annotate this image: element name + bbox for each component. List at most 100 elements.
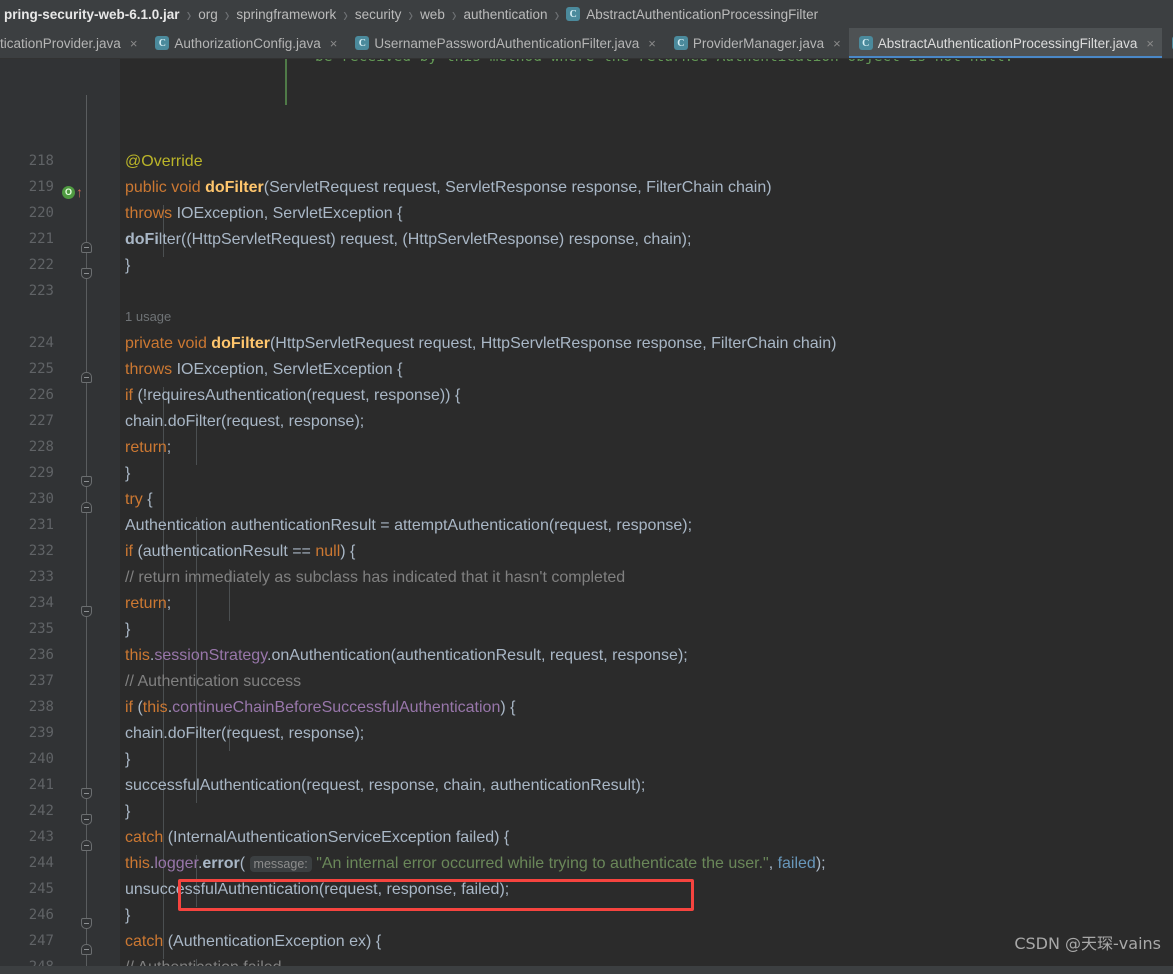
breadcrumb-jar[interactable]: pring-security-web-6.1.0.jar: [2, 7, 182, 22]
line-number: 228: [0, 439, 54, 455]
code-line-221[interactable]: doFilter((HttpServletRequest) request, (…: [125, 231, 691, 249]
fold-marker-225[interactable]: [81, 372, 92, 383]
breadcrumb-item-springframework[interactable]: springframework: [234, 7, 338, 22]
tab-label: AuthorizationConfig.java: [174, 36, 320, 51]
code-line-228[interactable]: return;: [125, 439, 171, 457]
code-line-230[interactable]: try {: [125, 491, 153, 509]
line-number: 246: [0, 907, 54, 923]
fold-marker-243[interactable]: [81, 840, 92, 851]
tab-label: AbstractAuthenticationProcessingFilter.j…: [878, 36, 1138, 51]
line-number: 234: [0, 595, 54, 611]
javadoc-partial-line: be received by this method where the ret…: [315, 59, 1013, 65]
close-icon[interactable]: ×: [330, 37, 338, 50]
close-icon[interactable]: ×: [1146, 37, 1154, 50]
fold-marker-230[interactable]: [81, 502, 92, 513]
code-line-239[interactable]: chain.doFilter(request, response);: [125, 725, 364, 743]
editor-tab-bar: ticationProvider.java × C AuthorizationC…: [0, 28, 1173, 59]
code-line-235[interactable]: }: [125, 621, 130, 639]
code-line-222[interactable]: }: [125, 257, 130, 275]
tab-authentication-provider[interactable]: ticationProvider.java ×: [0, 28, 145, 58]
line-number: 238: [0, 699, 54, 715]
code-line-245[interactable]: unsuccessfulAuthentication(request, resp…: [125, 881, 509, 899]
fold-marker-222[interactable]: [81, 268, 92, 279]
line-number: 236: [0, 647, 54, 663]
code-editor[interactable]: be received by this method where the ret…: [0, 59, 1173, 974]
tab-label: UsernamePasswordAuthenticationFilter.jav…: [374, 36, 639, 51]
line-number: 233: [0, 569, 54, 585]
java-class-icon: C: [355, 36, 369, 50]
code-line-218[interactable]: @Override: [125, 153, 203, 171]
tab-simple-partial[interactable]: C Simp: [1162, 28, 1173, 58]
breadcrumb-item-security[interactable]: security: [353, 7, 404, 22]
code-line-246[interactable]: }: [125, 907, 130, 925]
line-number: 221: [0, 231, 54, 247]
code-line-243[interactable]: catch (InternalAuthenticationServiceExce…: [125, 829, 509, 847]
code-line-242[interactable]: }: [125, 803, 130, 821]
code-line-241[interactable]: successfulAuthentication(request, respon…: [125, 777, 645, 795]
usage-hint[interactable]: 1 usage: [125, 309, 171, 324]
tab-label: ticationProvider.java: [0, 36, 121, 51]
breadcrumb-item-class[interactable]: C AbstractAuthenticationProcessingFilter: [564, 7, 820, 22]
breadcrumb-item-web[interactable]: web: [418, 7, 447, 22]
line-number: 226: [0, 387, 54, 403]
code-line-240[interactable]: }: [125, 751, 130, 769]
code-line-234[interactable]: return;: [125, 595, 171, 613]
breadcrumb-item-org[interactable]: org: [196, 7, 220, 22]
code-line-220[interactable]: throws IOException, ServletException {: [125, 205, 402, 223]
line-number: 245: [0, 881, 54, 897]
line-number: 222: [0, 257, 54, 273]
tab-username-password-authentication-filter[interactable]: C UsernamePasswordAuthenticationFilter.j…: [345, 28, 663, 58]
code-line-237[interactable]: // Authentication success: [125, 673, 301, 691]
code-line-227[interactable]: chain.doFilter(request, response);: [125, 413, 364, 431]
fold-marker-242[interactable]: [81, 814, 92, 825]
fold-marker-220[interactable]: [81, 242, 92, 253]
tab-authorization-config[interactable]: C AuthorizationConfig.java ×: [145, 28, 345, 58]
code-line-224[interactable]: private void doFilter(HttpServletRequest…: [125, 335, 836, 353]
line-number: 223: [0, 283, 54, 299]
line-number: 237: [0, 673, 54, 689]
fold-marker-229[interactable]: [81, 476, 92, 487]
line-number: 247: [0, 933, 54, 949]
breadcrumb: pring-security-web-6.1.0.jar › org › spr…: [0, 0, 1173, 28]
line-number: 235: [0, 621, 54, 637]
javadoc-bar: [285, 59, 287, 105]
line-number: 218: [0, 153, 54, 169]
breadcrumb-separator: ›: [220, 2, 235, 25]
breadcrumb-separator: ›: [338, 2, 353, 25]
fold-marker-246[interactable]: [81, 918, 92, 929]
code-line-231[interactable]: Authentication authenticationResult = at…: [125, 517, 692, 535]
line-number: 230: [0, 491, 54, 507]
fold-marker-235[interactable]: [81, 606, 92, 617]
line-number: 243: [0, 829, 54, 845]
code-line-244[interactable]: this.logger.error( message: "An internal…: [125, 855, 826, 873]
tab-provider-manager[interactable]: C ProviderManager.java ×: [664, 28, 849, 58]
inlay-parameter-hint[interactable]: message:: [250, 856, 312, 872]
tab-abstract-authentication-processing-filter[interactable]: C AbstractAuthenticationProcessingFilter…: [849, 28, 1162, 58]
code-line-247[interactable]: catch (AuthenticationException ex) {: [125, 933, 381, 951]
line-number: 231: [0, 517, 54, 533]
fold-marker-240[interactable]: [81, 788, 92, 799]
breadcrumb-item-authentication[interactable]: authentication: [462, 7, 550, 22]
line-number: 225: [0, 361, 54, 377]
gutter-divider: [120, 59, 123, 974]
breadcrumb-separator: ›: [550, 2, 565, 25]
code-line-236[interactable]: this.sessionStrategy.onAuthentication(au…: [125, 647, 688, 665]
code-line-238[interactable]: if (this.continueChainBeforeSuccessfulAu…: [125, 699, 515, 717]
code-line-229[interactable]: }: [125, 465, 130, 483]
code-line-232[interactable]: if (authenticationResult == null) {: [125, 543, 355, 561]
csdn-watermark: CSDN @天琛-vains: [1014, 930, 1161, 954]
override-dot-icon: O: [62, 186, 75, 199]
override-gutter-marker[interactable]: O ↑: [62, 179, 83, 205]
close-icon[interactable]: ×: [130, 37, 138, 50]
code-line-226[interactable]: if (!requiresAuthentication(request, res…: [125, 387, 460, 405]
line-number: 227: [0, 413, 54, 429]
override-arrow-icon: ↑: [76, 185, 83, 199]
close-icon[interactable]: ×: [648, 37, 656, 50]
breadcrumb-separator: ›: [447, 2, 462, 25]
code-line-233[interactable]: // return immediately as subclass has in…: [125, 569, 625, 587]
code-line-225[interactable]: throws IOException, ServletException {: [125, 361, 402, 379]
close-icon[interactable]: ×: [833, 37, 841, 50]
code-line-219[interactable]: public void doFilter(ServletRequest requ…: [125, 179, 772, 197]
fold-marker-247[interactable]: [81, 944, 92, 955]
breadcrumb-separator: ›: [403, 2, 418, 25]
